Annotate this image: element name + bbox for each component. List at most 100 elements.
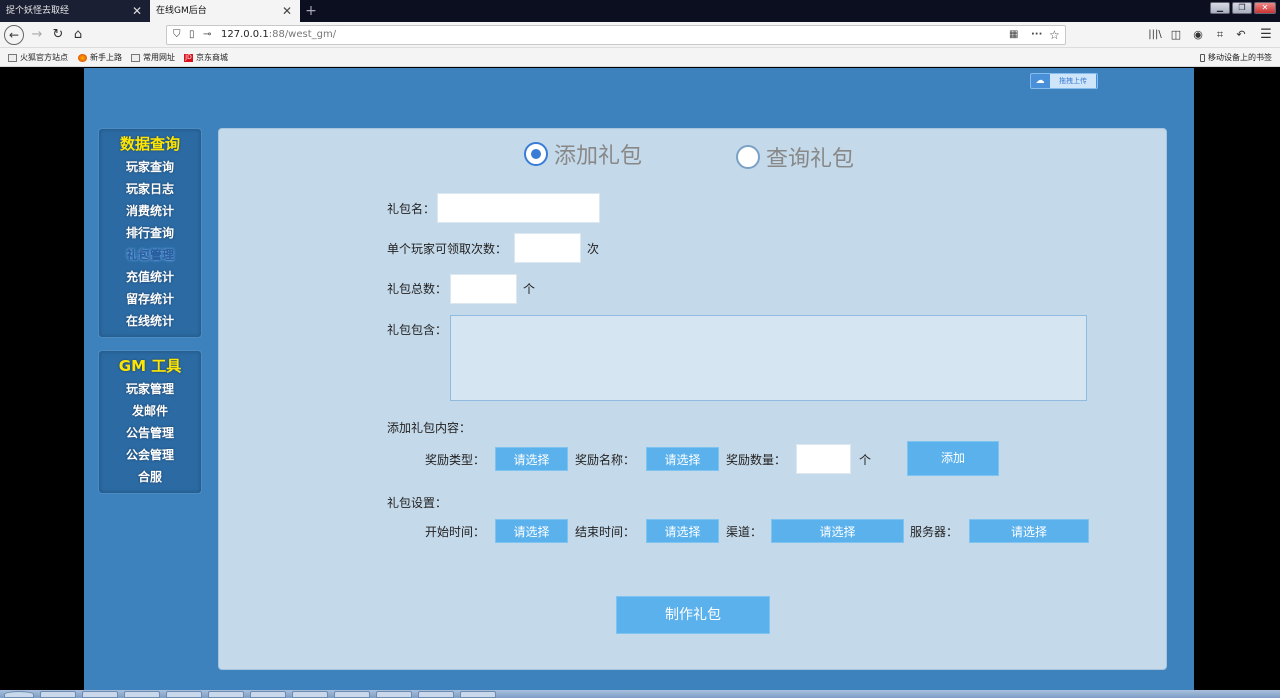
channel-select[interactable]: 请选择 <box>771 519 904 543</box>
upload-button-label: 拖拽上传 <box>1050 74 1096 88</box>
radio-checked-icon[interactable] <box>524 142 548 166</box>
end-time-select[interactable]: 请选择 <box>646 519 719 543</box>
url-text[interactable]: 127.0.0.1:88/west_gm/ <box>221 26 336 44</box>
browser-nav-bar: ← → ↻ ⌂ ⛉ ▯ ⊸ 127.0.0.1:88/west_gm/ ▦ ··… <box>0 22 1280 48</box>
key-icon[interactable]: ⊸ <box>203 26 211 44</box>
sidebar-item-send-mail[interactable]: 发邮件 <box>99 400 201 422</box>
total-unit: 个 <box>523 282 536 296</box>
gift-name-input[interactable] <box>437 193 600 223</box>
window-close-icon[interactable]: ✕ <box>1254 2 1276 14</box>
add-button[interactable]: 添加 <box>907 441 999 476</box>
contains-textarea[interactable] <box>450 315 1087 401</box>
minimize-icon[interactable]: ▁ <box>1210 2 1230 14</box>
page-actions-icon[interactable]: ··· <box>1031 26 1042 44</box>
radio-label: 查询礼包 <box>766 147 855 172</box>
sidebar-item-announcement-management[interactable]: 公告管理 <box>99 422 201 444</box>
close-tab-icon[interactable]: ✕ <box>282 0 292 22</box>
taskbar-app-icon[interactable] <box>460 691 496 698</box>
close-tab-icon[interactable]: ✕ <box>132 0 142 22</box>
browser-tab-active[interactable]: 在线GM后台 ✕ <box>150 0 300 22</box>
add-content-label: 添加礼包内容： <box>387 421 472 435</box>
bookmark-item[interactable]: 新手上路 <box>78 48 122 67</box>
taskbar-app-icon[interactable] <box>418 691 454 698</box>
reward-type-label: 奖励类型： <box>425 453 486 467</box>
qr-code-icon[interactable]: ▦ <box>1009 26 1018 44</box>
mobile-bookmarks[interactable]: 移动设备上的书签 <box>1200 48 1272 67</box>
browser-tab-bar: 捉个妖怪去取经 ✕ 在线GM后台 ✕ + ▁ ❐ ✕ <box>0 0 1280 22</box>
library-icon[interactable]: |||\ <box>1145 25 1165 45</box>
total-input[interactable] <box>450 274 517 304</box>
upload-button[interactable]: ☁ 拖拽上传 <box>1030 73 1098 89</box>
gm-page: 数据查询 玩家查询 玩家日志 消费统计 排行查询 礼包管理 充值统计 留存统计 … <box>84 68 1194 690</box>
taskbar <box>0 690 1280 698</box>
reward-name-select[interactable]: 请选择 <box>646 447 719 471</box>
page-icon: ▯ <box>189 29 195 40</box>
channel-label: 渠道： <box>726 525 763 539</box>
back-arrow-icon[interactable]: ← <box>4 25 24 45</box>
reload-icon[interactable]: ↻ <box>48 25 68 45</box>
sidebar-item-recharge-stats[interactable]: 充值统计 <box>99 266 201 288</box>
taskbar-app-icon[interactable] <box>124 691 160 698</box>
sidebar-toggle-icon[interactable]: ◫ <box>1166 25 1186 45</box>
sidebar-item-ranking-query[interactable]: 排行查询 <box>99 222 201 244</box>
bookmark-item[interactable]: 常用网址 <box>131 48 175 67</box>
taskbar-app-icon[interactable] <box>250 691 286 698</box>
shield-icon[interactable]: ⛉ <box>173 26 181 44</box>
taskbar-app-icon[interactable] <box>292 691 328 698</box>
bookmark-item[interactable]: 火狐官方站点 <box>8 48 68 67</box>
per-player-input[interactable] <box>514 233 581 263</box>
taskbar-app-icon[interactable] <box>208 691 244 698</box>
mobile-icon <box>1200 53 1205 62</box>
reward-count-input[interactable] <box>796 444 851 474</box>
make-gift-button[interactable]: 制作礼包 <box>616 596 770 634</box>
contains-label: 礼包包含： <box>387 323 448 337</box>
screenshot-icon[interactable]: ⌗ <box>1210 25 1230 45</box>
sidebar-item-retention-stats[interactable]: 留存统计 <box>99 288 201 310</box>
account-icon[interactable]: ◉ <box>1188 25 1208 45</box>
menu-icon[interactable]: ☰ <box>1256 25 1276 45</box>
reward-count-label: 奖励数量： <box>726 453 787 467</box>
address-bar[interactable]: ⛉ ▯ ⊸ 127.0.0.1:88/west_gm/ ▦ ··· ☆ <box>166 25 1066 45</box>
browser-tab[interactable]: 捉个妖怪去取经 ✕ <box>0 0 150 22</box>
bookmark-item[interactable]: JD 京东商城 <box>184 48 228 67</box>
new-tab-icon[interactable]: + <box>303 0 319 22</box>
settings-label: 礼包设置： <box>387 496 448 510</box>
sidebar-item-guild-management[interactable]: 公会管理 <box>99 444 201 466</box>
radio-unchecked-icon[interactable] <box>736 145 760 169</box>
cloud-upload-icon: ☁ <box>1035 76 1045 86</box>
bookmark-star-icon[interactable]: ☆ <box>1049 26 1060 44</box>
taskbar-app-icon[interactable] <box>166 691 202 698</box>
sidebar-item-merge-servers[interactable]: 合服 <box>99 466 201 488</box>
reward-name-label: 奖励名称： <box>575 453 636 467</box>
sidebar-item-player-management[interactable]: 玩家管理 <box>99 378 201 400</box>
taskbar-app-icon[interactable] <box>334 691 370 698</box>
taskbar-app-icon[interactable] <box>82 691 118 698</box>
reward-type-select[interactable]: 请选择 <box>495 447 568 471</box>
start-time-select[interactable]: 请选择 <box>495 519 568 543</box>
start-button-icon[interactable] <box>4 691 34 698</box>
taskbar-app-icon[interactable] <box>40 691 76 698</box>
radio-add-gift[interactable]: 添加礼包 <box>524 139 642 169</box>
server-select[interactable]: 请选择 <box>969 519 1089 543</box>
sidebar-item-player-query[interactable]: 玩家查询 <box>99 156 201 178</box>
server-label: 服务器： <box>910 525 959 539</box>
per-player-label: 单个玩家可领取次数： <box>387 242 508 256</box>
bookmark-label: 新手上路 <box>90 53 122 62</box>
restore-icon[interactable]: ❐ <box>1232 2 1252 14</box>
sidebar-section-title: GM 工具 <box>118 357 182 375</box>
radio-query-gift[interactable]: 查询礼包 <box>736 142 854 172</box>
home-icon[interactable]: ⌂ <box>68 25 88 45</box>
sidebar-item-gift-management[interactable]: 礼包管理 <box>99 244 201 266</box>
undo-icon[interactable]: ↶ <box>1231 25 1251 45</box>
sidebar-item-consumption-stats[interactable]: 消费统计 <box>99 200 201 222</box>
bookmark-label: 火狐官方站点 <box>20 53 68 62</box>
sidebar-item-player-log[interactable]: 玩家日志 <box>99 178 201 200</box>
sidebar-item-online-stats[interactable]: 在线统计 <box>99 310 201 332</box>
bookmarks-bar: 火狐官方站点 新手上路 常用网址 JD 京东商城 移动设备上的书签 <box>0 48 1280 67</box>
forward-arrow-icon[interactable]: → <box>27 25 47 45</box>
mobile-bookmarks-label: 移动设备上的书签 <box>1208 53 1272 62</box>
taskbar-app-icon[interactable] <box>376 691 412 698</box>
url-port: :88 <box>268 29 285 40</box>
firefox-icon <box>78 53 87 62</box>
end-time-label: 结束时间： <box>575 525 636 539</box>
